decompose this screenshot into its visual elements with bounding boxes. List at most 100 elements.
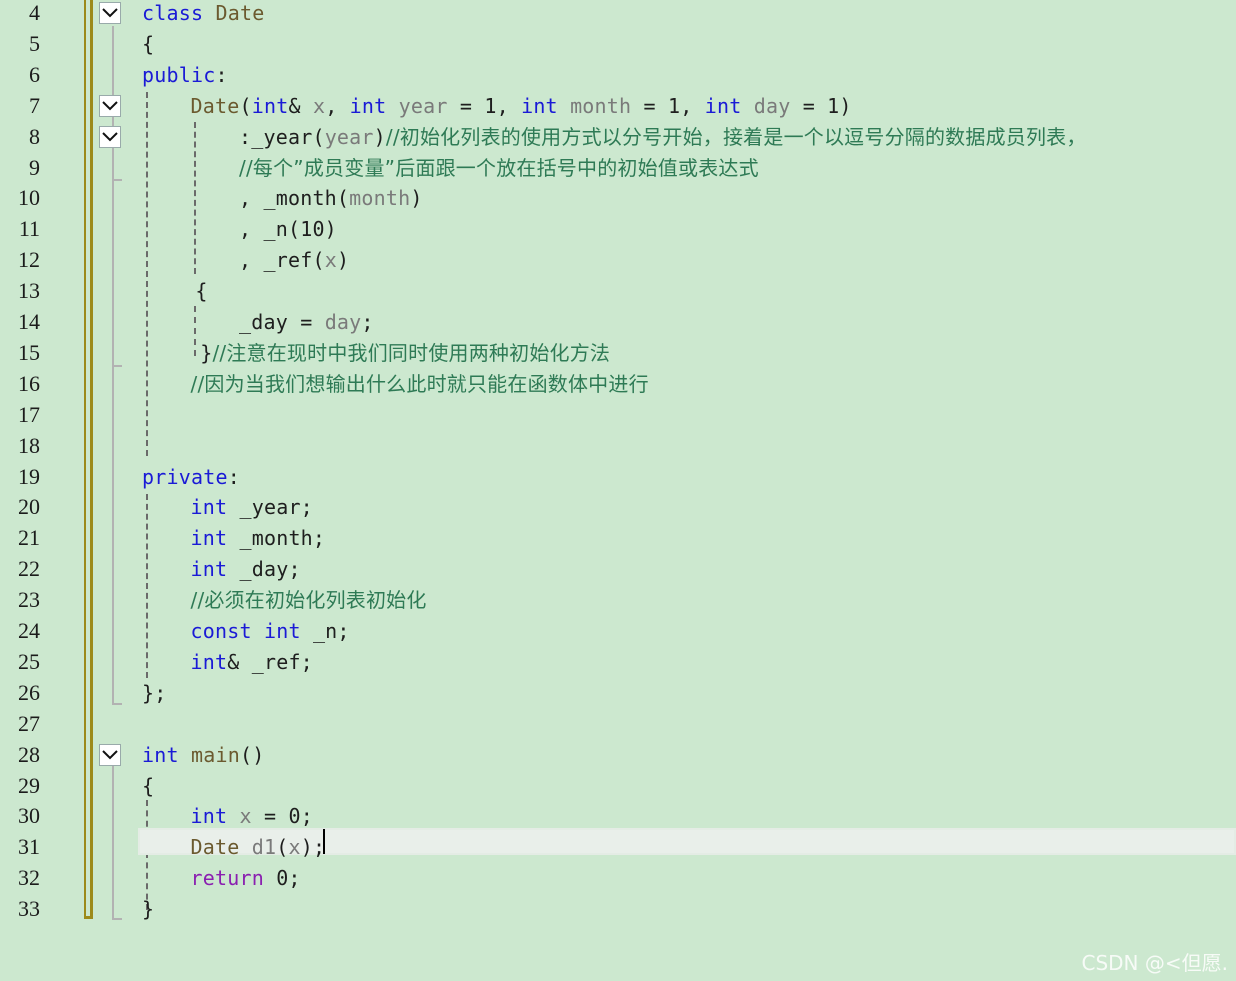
collapse-chevron-icon[interactable]: [99, 125, 121, 148]
code-line[interactable]: 13 {: [0, 278, 1236, 309]
code-line[interactable]: 5{: [0, 31, 1236, 62]
code-token: :: [215, 62, 228, 87]
collapse-chevron-icon[interactable]: [99, 94, 121, 117]
code-token: int: [349, 93, 387, 118]
code-line[interactable]: 30 int x = 0;: [0, 803, 1236, 834]
line-number: 31: [18, 834, 40, 860]
code-token: Date: [215, 1, 265, 25]
code-line[interactable]: 31 Date d1(x);: [0, 834, 1236, 865]
code-line[interactable]: 18: [0, 433, 1236, 464]
code-token: int: [263, 619, 301, 643]
code-line[interactable]: 9 //每个”成员变量”后面跟一个放在括号中的初始值或表达式: [0, 155, 1236, 186]
code-line[interactable]: 19 private:: [0, 464, 1236, 495]
code-comment: //因为当我们想输出什么此时就只能在函数体中进行: [190, 371, 649, 396]
line-number: 15: [18, 339, 40, 365]
line-number: 10: [18, 185, 40, 211]
code-token: );: [300, 835, 326, 860]
code-text: , _n(10): [239, 216, 337, 242]
code-token: d1: [251, 835, 277, 860]
code-token: &: [288, 93, 313, 118]
line-number: 13: [18, 278, 40, 304]
code-line[interactable]: 20 int _year;: [0, 494, 1236, 525]
code-line[interactable]: 33}: [0, 896, 1236, 927]
code-text: //必须在初始化列表初始化: [191, 587, 427, 613]
code-line[interactable]: 25 int& _ref;: [0, 649, 1236, 680]
code-token: ): [373, 124, 386, 149]
code-token: , _month(: [239, 186, 350, 211]
line-number: 11: [18, 216, 40, 242]
line-number: 8: [29, 123, 40, 149]
line-number: 21: [18, 525, 40, 551]
code-line[interactable]: 32 return 0;: [0, 865, 1236, 896]
code-text: };: [142, 680, 166, 706]
code-token: public: [142, 62, 216, 87]
code-line[interactable]: 17: [0, 402, 1236, 433]
code-token: , _n(10): [239, 217, 337, 242]
code-text: }: [142, 896, 154, 922]
code-token: _day =: [239, 310, 325, 334]
line-number: 12: [18, 247, 40, 273]
code-token: day: [324, 310, 362, 334]
code-comment: //每个”成员变量”后面跟一个放在括号中的初始值或表达式: [239, 155, 759, 180]
code-token: }: [200, 340, 213, 365]
code-line[interactable]: 23 //必须在初始化列表初始化: [0, 587, 1236, 618]
line-number: 17: [18, 401, 40, 427]
code-line[interactable]: 12 , _ref(x): [0, 247, 1236, 278]
code-line[interactable]: 10 , _month(month): [0, 185, 1236, 216]
line-number: 24: [18, 618, 40, 643]
code-line[interactable]: 15}//注意在现时中我们同时使用两种初始化方法: [0, 340, 1236, 371]
code-token: main: [190, 742, 240, 767]
code-token: = 0;: [251, 804, 313, 829]
code-token: private: [142, 464, 228, 489]
code-text: Date d1(x);: [191, 834, 326, 860]
code-text: int _year;: [191, 494, 313, 520]
code-token: = 1): [790, 93, 852, 118]
line-number: 19: [18, 463, 40, 489]
code-text: {: [195, 278, 207, 304]
code-line[interactable]: 26};: [0, 680, 1236, 711]
line-number: 16: [18, 370, 40, 396]
code-line[interactable]: 11 , _n(10): [0, 216, 1236, 247]
code-line[interactable]: 7 Date(int& x, int year = 1, int month = …: [0, 93, 1236, 124]
code-token: };: [142, 680, 167, 705]
code-comment: //必须在初始化列表初始化: [190, 588, 427, 613]
code-line[interactable]: 16 //因为当我们想输出什么此时就只能在函数体中进行: [0, 371, 1236, 402]
code-token: int: [190, 495, 228, 520]
line-number: 27: [18, 710, 40, 736]
line-number: 4: [29, 0, 40, 25]
code-token: _n;: [300, 619, 350, 643]
code-line[interactable]: 22 int _day;: [0, 556, 1236, 587]
code-line[interactable]: 14 _day = day;: [0, 309, 1236, 340]
code-token: int: [521, 93, 558, 118]
code-token: int: [142, 742, 179, 767]
code-text: _day = day;: [239, 309, 374, 335]
code-token: Date: [190, 93, 240, 118]
collapse-chevron-icon[interactable]: [99, 743, 121, 766]
code-token: , _ref(: [239, 248, 325, 273]
code-token: = 1,: [447, 93, 522, 118]
line-number: 5: [29, 30, 40, 56]
code-line[interactable]: 27: [0, 711, 1236, 742]
line-number: 25: [18, 648, 40, 674]
code-line[interactable]: 28 int main(): [0, 742, 1236, 773]
code-comment: //注意在现时中我们同时使用两种初始化方法: [212, 340, 611, 365]
code-line[interactable]: 24 const int _n;: [0, 618, 1236, 649]
code-line[interactable]: 6 public:: [0, 62, 1236, 93]
code-line[interactable]: 21 int _month;: [0, 525, 1236, 556]
code-line[interactable]: 4 class Date: [0, 0, 1236, 31]
code-text: Date(int& x, int year = 1, int month = 1…: [191, 93, 852, 119]
code-line[interactable]: 29 {: [0, 773, 1236, 804]
code-token: const: [190, 619, 252, 643]
code-text: int x = 0;: [191, 803, 313, 829]
code-token: int: [190, 804, 228, 829]
code-text: class Date: [142, 0, 264, 26]
code-token: return: [190, 866, 264, 891]
code-line[interactable]: 8:_year(year)//初始化列表的使用方式以分号开始，接着是一个以逗号分…: [0, 124, 1236, 155]
collapse-chevron-icon[interactable]: [99, 2, 121, 24]
code-text: //因为当我们想输出什么此时就只能在函数体中进行: [191, 371, 649, 397]
line-number: 26: [18, 679, 40, 705]
